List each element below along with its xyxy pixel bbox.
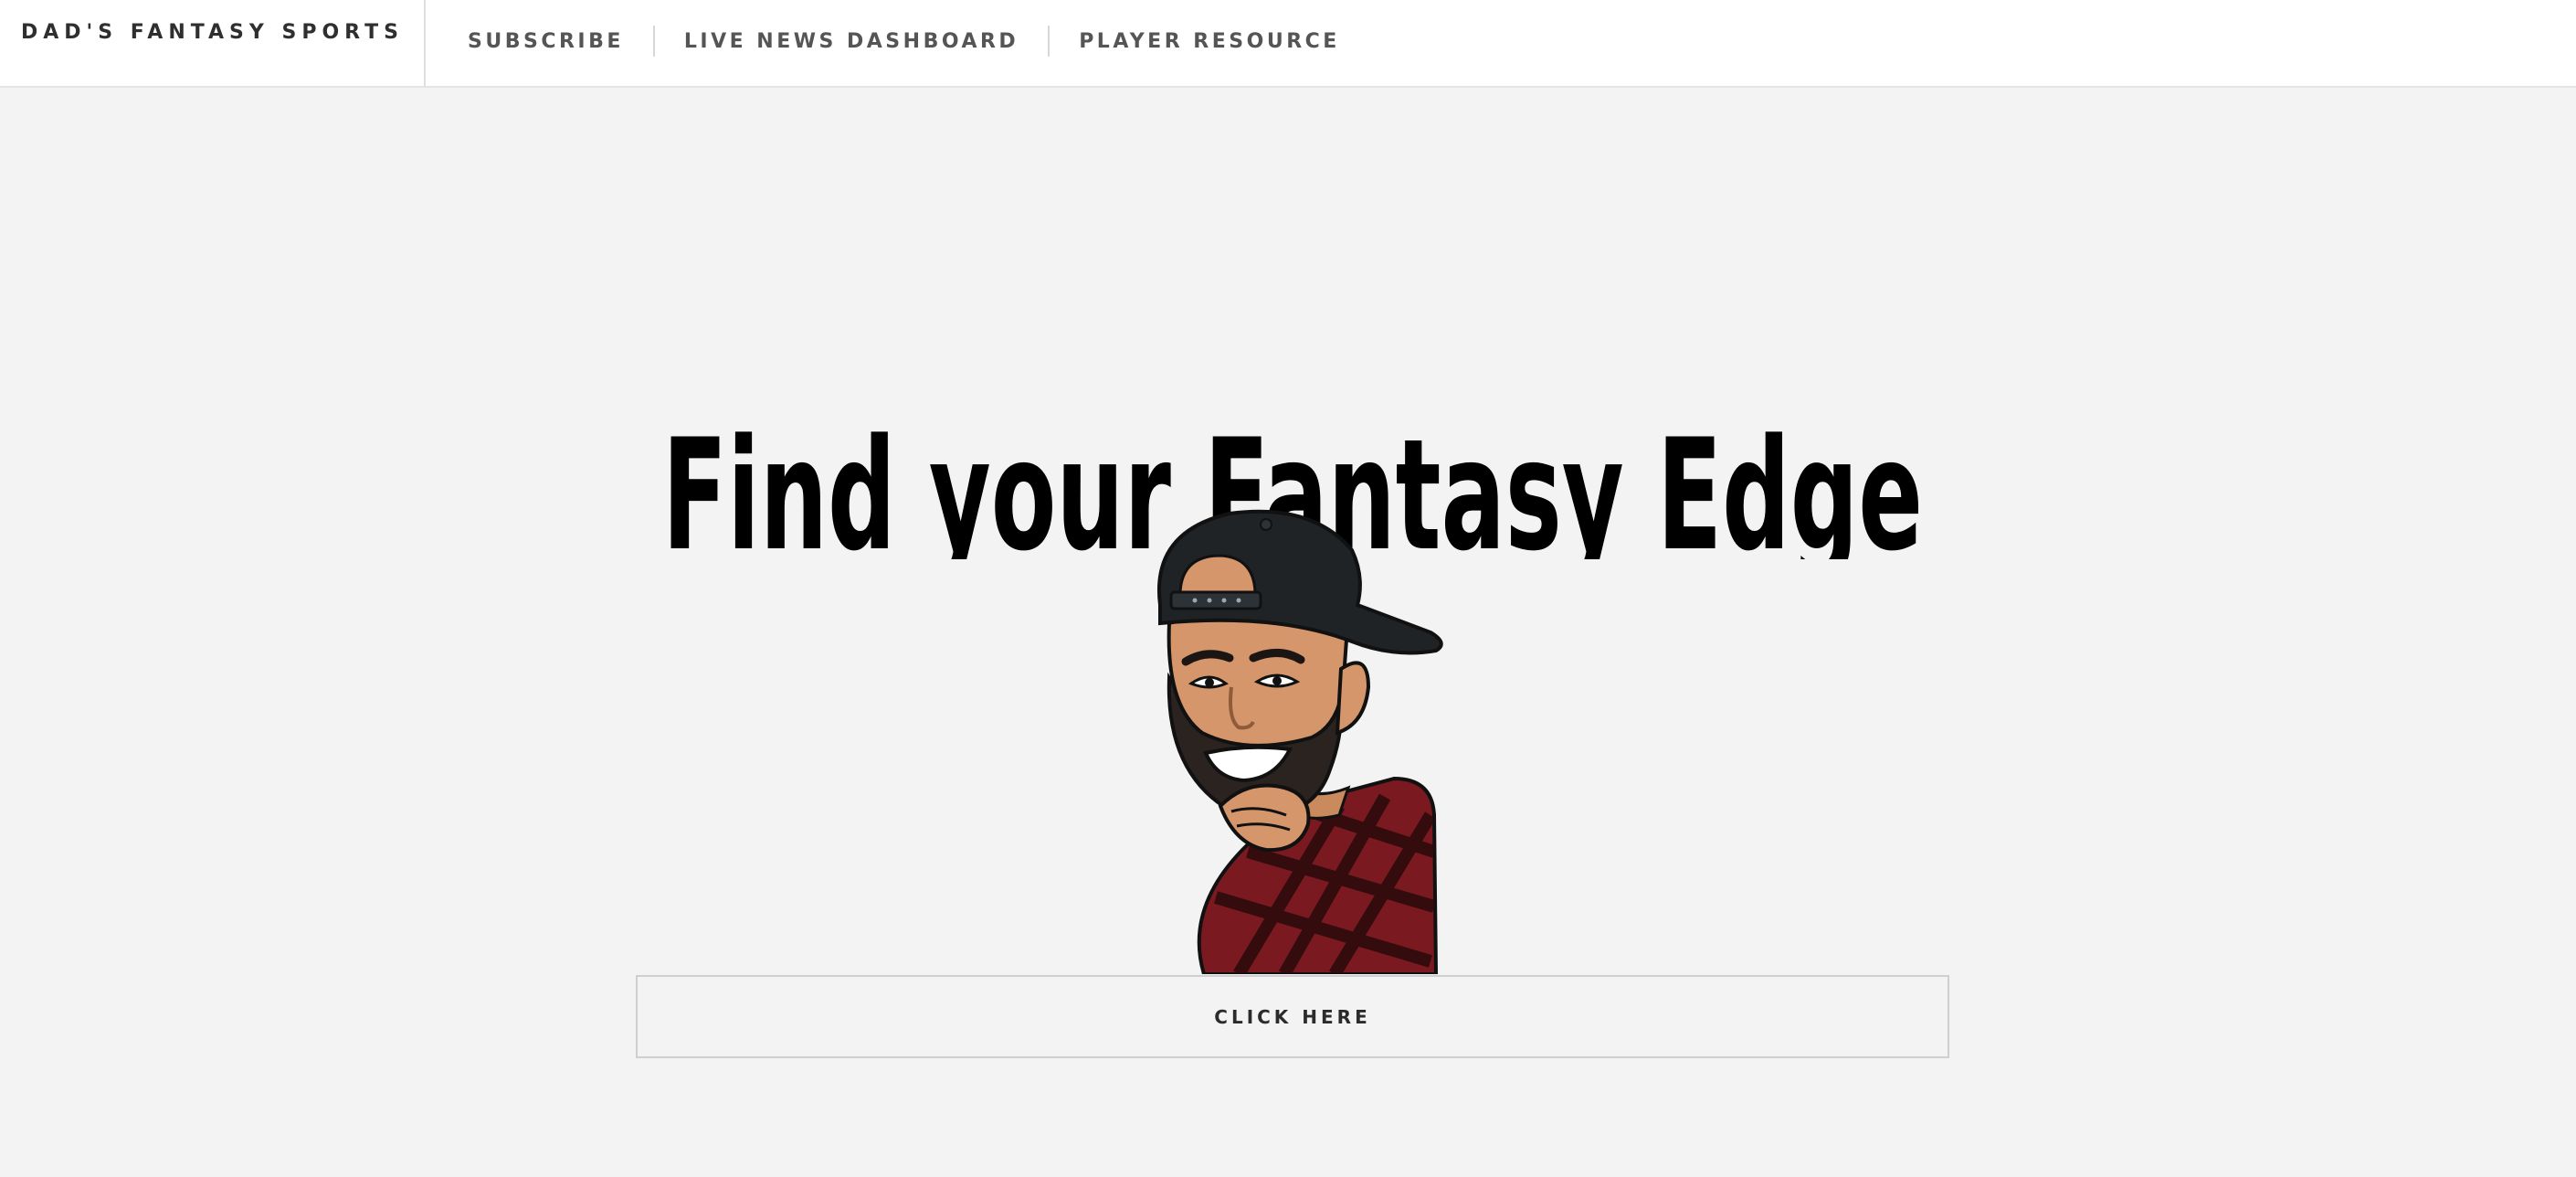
click-here-button[interactable]: CLICK HERE [636, 975, 1949, 1058]
nav-subscribe[interactable]: SUBSCRIBE [468, 30, 624, 53]
nav-live-news-dashboard[interactable]: LIVE NEWS DASHBOARD [684, 30, 1019, 53]
nav-player-resource[interactable]: PLAYER RESOURCE [1079, 30, 1340, 53]
site-brand[interactable]: DAD'S FANTASY SPORTS [21, 21, 404, 44]
click-here-label: CLICK HERE [1214, 1005, 1371, 1028]
nav-divider [652, 26, 655, 57]
brand-block[interactable]: DAD'S FANTASY SPORTS [0, 0, 426, 86]
cartoon-dad-mascot-icon [1157, 509, 1443, 974]
main-nav: SUBSCRIBE LIVE NEWS DASHBOARD PLAYER RES… [468, 26, 1340, 57]
top-navigation-bar: DAD'S FANTASY SPORTS SUBSCRIBE LIVE NEWS… [0, 0, 2576, 88]
mascot-image [1157, 509, 1443, 974]
nav-divider [1048, 26, 1050, 57]
